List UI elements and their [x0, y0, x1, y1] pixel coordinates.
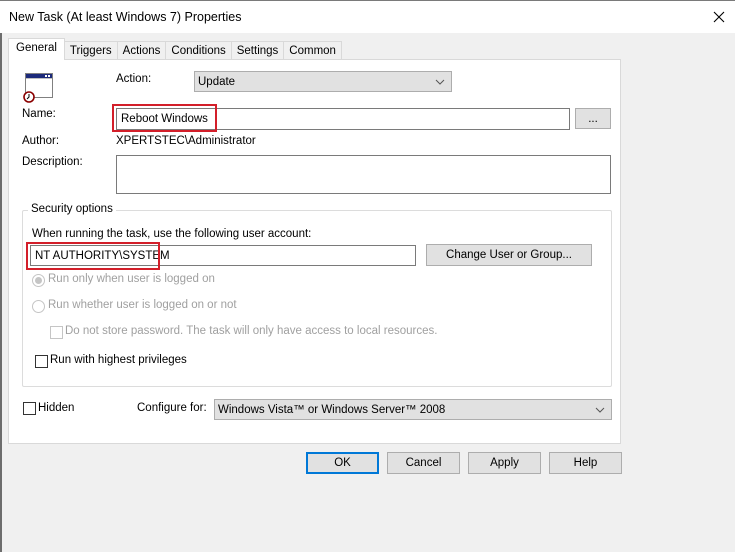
user-account-value: NT AUTHORITY\SYSTEM	[35, 249, 170, 262]
help-button[interactable]: Help	[549, 452, 622, 474]
action-label: Action:	[116, 73, 152, 85]
author-value: XPERTSTEC\Administrator	[116, 135, 256, 147]
scheduled-task-icon	[23, 73, 53, 103]
cancel-button[interactable]: Cancel	[387, 452, 460, 474]
hidden-label: Hidden	[38, 402, 75, 414]
name-label: Name:	[22, 108, 56, 120]
run-highest-privileges-label: Run with highest privileges	[50, 354, 187, 366]
window-title: New Task (At least Windows 7) Properties	[9, 10, 242, 24]
checkbox-do-not-store-password[interactable]	[50, 326, 63, 339]
chevron-down-icon	[435, 79, 445, 85]
checkbox-run-highest-privileges[interactable]	[35, 355, 48, 368]
tab-strip: General Triggers Actions Conditions Sett…	[8, 38, 342, 60]
configure-for-value: Windows Vista™ or Windows Server™ 2008	[218, 403, 446, 416]
chevron-down-icon	[595, 407, 605, 413]
close-icon	[713, 11, 725, 23]
general-tab-panel: Action: Update Name: Reboot Windows ... …	[8, 59, 621, 444]
name-input-value: Reboot Windows	[121, 113, 208, 125]
radio-run-only-logged-on[interactable]	[32, 274, 45, 287]
checkbox-hidden[interactable]	[23, 402, 36, 415]
name-input[interactable]: Reboot Windows	[116, 108, 570, 130]
security-options-title: Security options	[28, 203, 116, 215]
radio-run-whether-logged-on[interactable]	[32, 300, 45, 313]
action-dropdown[interactable]: Update	[194, 71, 452, 92]
user-account-input[interactable]: NT AUTHORITY\SYSTEM	[30, 245, 416, 266]
tab-conditions[interactable]: Conditions	[165, 41, 232, 60]
configure-for-label: Configure for:	[137, 402, 207, 414]
radio-run-only-logged-on-label: Run only when user is logged on	[48, 273, 215, 285]
window-border	[0, 0, 2, 552]
tab-settings[interactable]: Settings	[230, 41, 285, 60]
description-label: Description:	[22, 156, 83, 168]
author-label: Author:	[22, 135, 60, 147]
close-button[interactable]	[705, 6, 733, 28]
tab-general[interactable]: General	[8, 38, 65, 60]
change-user-or-group-button[interactable]: Change User or Group...	[426, 244, 592, 266]
apply-button[interactable]: Apply	[468, 452, 541, 474]
ok-button[interactable]: OK	[306, 452, 379, 474]
tab-actions[interactable]: Actions	[116, 41, 167, 60]
description-input[interactable]	[116, 155, 611, 194]
configure-for-dropdown[interactable]: Windows Vista™ or Windows Server™ 2008	[214, 399, 612, 420]
account-prompt-label: When running the task, use the following…	[32, 228, 312, 240]
browse-button[interactable]: ...	[575, 108, 611, 129]
do-not-store-password-label: Do not store password. The task will onl…	[65, 325, 438, 337]
tab-triggers[interactable]: Triggers	[63, 41, 118, 60]
action-dropdown-value: Update	[198, 75, 236, 88]
title-bar: New Task (At least Windows 7) Properties	[0, 0, 735, 33]
radio-run-whether-logged-on-label: Run whether user is logged on or not	[48, 299, 237, 311]
tab-common[interactable]: Common	[283, 41, 342, 60]
